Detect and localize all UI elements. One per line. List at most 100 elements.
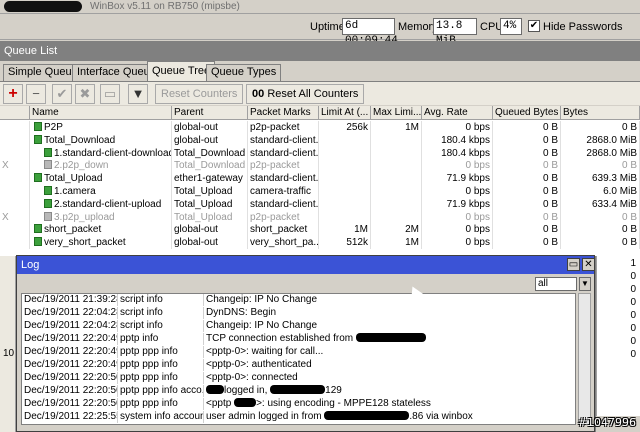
log-filter-select[interactable]: all [535,277,577,291]
bytes-peek-value: 0 [630,310,636,321]
queue-bytes-cell: 6.0 MiB [561,185,640,198]
table-row[interactable]: P2P global-out p2p-packet 256k 1M 0 bps 0 B0 B [0,121,640,134]
log-time-text: Dec/19/2011 22:20:49 [24,333,118,344]
log-message-text: <pptp-0>: waiting for call... [206,346,324,357]
queue-limit-cell [319,159,371,173]
table-row[interactable]: Total_Upload ether1-gateway standard-clien… [0,172,640,186]
cpu-value: 4% [500,18,522,35]
log-entry[interactable]: Dec/19/2011 22:20:49 pptp ppp info <pptp-0… [22,346,575,358]
reset-counters-button[interactable]: Reset Counters [155,84,244,104]
log-entry[interactable]: Dec/19/2011 22:20:50 pptp ppp info acco..… [22,385,575,397]
add-button[interactable]: + [3,84,23,104]
queue-flag-cell: X [0,210,30,224]
table-row[interactable]: X 3.p2p_upload Total_Upload p2p-packet 0 bps… [0,210,640,224]
log-time-text: Dec/19/2011 22:20:49 [24,346,118,357]
filter-dropdown-icon[interactable]: ▼ [579,277,591,291]
queue-name: Total_Download [44,134,116,146]
column-header-max-limit[interactable]: Max Limi... [371,106,422,120]
queue-limit-cell: 256k [319,121,371,134]
table-row[interactable]: 1.camera Total_Upload camera-traffic 0 bps 0… [0,185,640,198]
table-row[interactable]: 1.standard-client-download Total_Download… [0,146,640,160]
queue-bytes-cell: 0 B [561,159,640,173]
log-entry[interactable]: Dec/19/2011 22:20:49 pptp ppp info <pptp-0… [22,359,575,371]
disable-button[interactable]: ✖ [75,84,95,104]
queue-rate-cell: 180.4 kbps [422,133,493,147]
column-header-bytes[interactable]: Bytes [561,106,640,120]
log-time-text: Dec/19/2011 22:20:50 [24,398,118,409]
log-entry[interactable]: Dec/19/2011 22:20:49 pptp info TCP connect… [22,333,575,345]
enable-button[interactable]: ✔ [52,84,72,104]
queue-parent-cell: Total_Upload [172,185,248,198]
queue-bytes-cell: 0 B [561,121,640,134]
log-topics-text: pptp info [120,333,159,344]
queue-name: very_short_packet [44,237,126,249]
log-entry[interactable]: Dec/19/2011 22:25:55 system info account u… [22,411,575,423]
queue-flag-cell [0,197,30,211]
log-topics: pptp ppp info [118,359,204,371]
log-topics-text: system info account [120,411,204,422]
column-header-packet-marks[interactable]: Packet Marks [248,106,319,120]
reset-counters-label: Reset Counters [161,88,238,100]
queue-limit-cell [319,146,371,160]
log-window[interactable]: Log ▭ ✕ all ▼ Dec/19/2011 21:39:28 script… [16,255,595,432]
queue-rate-cell: 71.9 kbps [422,172,493,186]
hide-passwords-label[interactable]: Hide Passwords [543,21,622,33]
log-entry[interactable]: Dec/19/2011 22:04:28 script info Changeip:… [22,320,575,332]
log-time: Dec/19/2011 22:04:28 [22,320,118,332]
remove-button[interactable]: − [26,84,46,104]
queue-bytes-cell: 0 B [561,223,640,237]
log-entry[interactable]: Dec/19/2011 22:20:50 pptp ppp info <pptp-0… [22,372,575,384]
table-row[interactable]: short_packet global-out short_packet 1M 2M 0 … [0,223,640,237]
filter-button[interactable]: ▼ [128,84,148,104]
log-message-suffix: 129 [325,385,342,396]
queue-name-cell: 1.camera [30,185,172,198]
log-scrollbar[interactable] [578,293,591,425]
tab-strip: Simple Queues Interface Queues Queue Tre… [0,61,640,81]
log-time: Dec/19/2011 22:04:28 [22,307,118,319]
log-message: <pptp >: using encoding - MPPE128 statel… [204,398,575,410]
table-row[interactable]: X 2.p2p_down Total_Download p2p-packet 0 bps… [0,159,640,173]
queue-tree-table: Name Parent Packet Marks Limit At (... M… [0,106,640,256]
log-message-suffix: >: using encoding - MPPE128 stateless [256,398,431,409]
reset-all-counters-button[interactable]: 00 Reset All Counters [246,84,365,104]
queue-parent-cell: Total_Download [172,146,248,160]
log-time-text: Dec/19/2011 21:39:28 [24,294,118,305]
maximize-icon[interactable]: ▭ [567,258,580,271]
log-entry[interactable]: Dec/19/2011 22:20:50 pptp ppp info <pptp >… [22,398,575,410]
app-titlebar: WinBox v5.11 on RB750 (mipsbe) [0,0,640,14]
tab-queue-tree[interactable]: Queue Tree [147,61,216,81]
column-header-avg-rate[interactable]: Avg. Rate [422,106,493,120]
queue-limit-cell [319,133,371,147]
log-message-text: <pptp-0>: connected [206,372,298,383]
close-icon[interactable]: ✕ [582,258,595,271]
log-window-titlebar[interactable]: Log [17,256,594,274]
log-message: <pptp-0>: connected [204,372,575,384]
column-header-parent[interactable]: Parent [172,106,248,120]
table-row[interactable]: 2.standard-client-upload Total_Upload stan… [0,197,640,211]
log-entry[interactable]: Dec/19/2011 21:39:28 script info Changeip:… [22,294,575,306]
queue-marks-cell: camera-traffic [248,185,319,198]
queue-marks-cell: p2p-packet [248,159,319,173]
table-row[interactable]: Total_Download global-out standard-client.… [0,133,640,147]
queue-max-cell [371,197,422,211]
column-header-flags[interactable] [0,106,30,120]
log-entry[interactable]: Dec/19/2011 22:04:28 script info DynDNS: B… [22,307,575,319]
queue-marks-cell: very_short_pa... [250,236,319,250]
column-header-limit-at[interactable]: Limit At (... [319,106,371,120]
bytes-peek-value: 1 [630,258,636,269]
table-row[interactable]: very_short_packet global-out very_short_pa… [0,236,640,250]
memory-value: 13.8 MiB [433,18,477,47]
column-header-name[interactable]: Name [30,106,172,120]
hide-passwords-checkbox[interactable]: ✔ [528,20,540,32]
queue-parent-cell: global-out [172,133,248,147]
queue-name-cell: P2P [30,121,172,134]
queue-name: 2.p2p_down [54,160,109,172]
queue-rate-cell: 0 bps [422,185,493,198]
tab-queue-types[interactable]: Queue Types [206,64,282,81]
log-entries-list: Dec/19/2011 21:39:28 script info Changeip:… [21,293,576,425]
uptime-value: 6d 00:09:44 [342,18,398,47]
column-header-queued-bytes[interactable]: Queued Bytes [493,106,561,120]
queue-queued-cell: 0 B [493,223,561,237]
log-topics-text: script info [120,320,163,331]
comment-button[interactable]: ▭ [100,84,120,104]
